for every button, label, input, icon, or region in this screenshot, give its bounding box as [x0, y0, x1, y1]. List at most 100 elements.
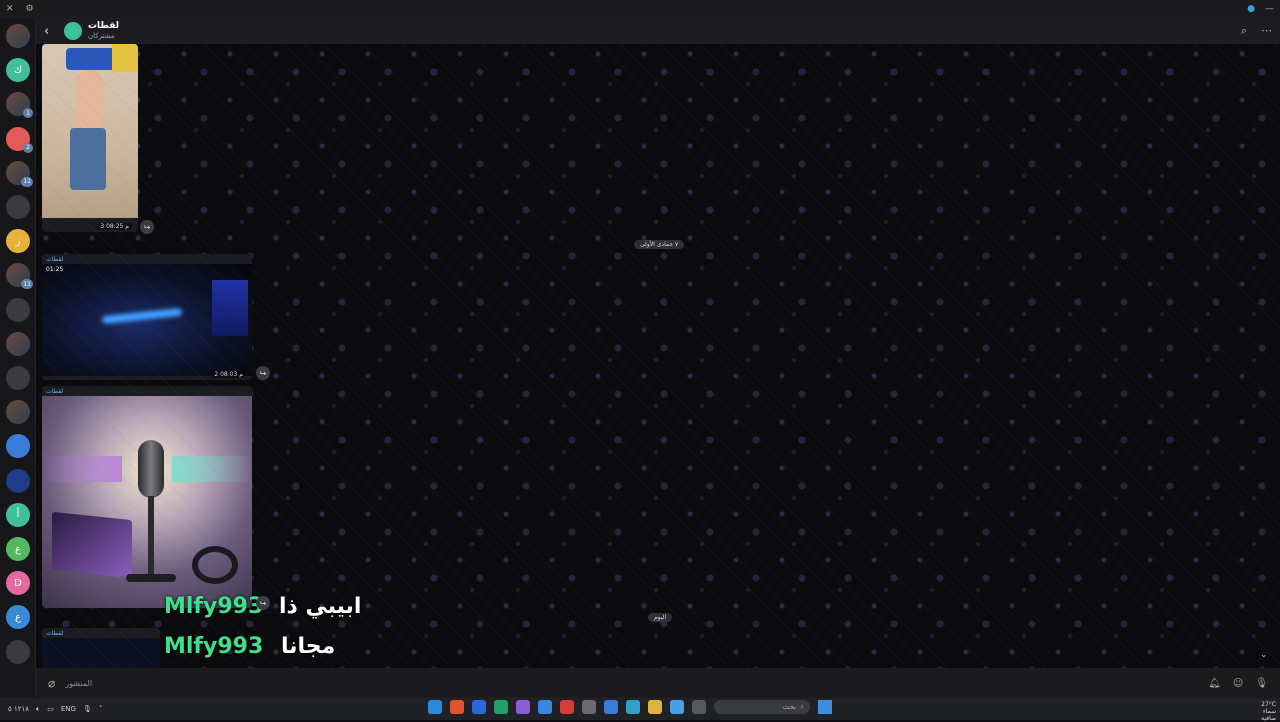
message-video[interactable]: لقطات 01:25 2 08:03 م: [42, 254, 252, 380]
chat-avatar[interactable]: 11: [6, 263, 33, 290]
app-taskview-icon[interactable]: [692, 700, 706, 714]
chat-avatar[interactable]: [6, 468, 30, 493]
chat-avatar[interactable]: [6, 331, 30, 356]
channel-subtitle: مشتركان: [88, 32, 115, 40]
share-icon[interactable]: ↪: [140, 220, 154, 234]
network-icon[interactable]: ▭: [47, 705, 54, 713]
chat-avatar[interactable]: [6, 297, 30, 322]
telegram-window: ✕ ⚙ ● — ك 1 2 11 ز 11 أ ع D ع ‹ لقطات مشتركان ⌕ ⋯…: [0, 0, 1280, 722]
unread-badge: 2: [23, 142, 33, 153]
message-photo[interactable]: لقطات: [42, 386, 252, 608]
chat-avatar-letter: ز: [15, 235, 21, 247]
message-composer: ⌀ 🔔︎ ☺ 🎙︎: [36, 668, 1280, 698]
chat-avatar[interactable]: [6, 195, 30, 219]
tray-chevron-icon[interactable]: ˄: [99, 705, 103, 713]
overlay-handle: Mlfy993: [164, 594, 264, 619]
message-video[interactable]: لقطات: [42, 628, 160, 668]
chat-avatar[interactable]: ع: [6, 605, 30, 630]
search-icon: ⌕: [800, 702, 804, 711]
chat-avatar[interactable]: ع: [6, 537, 30, 561]
post-channel-name: لقطات: [46, 256, 64, 263]
windows-taskbar: ١٢١٨ ٥ 🔈︎ ▭ ENG 🎙︎ ˄ بحث ⌕ 27°C سماء صاف…: [0, 698, 1280, 722]
channel-avatar[interactable]: [64, 22, 82, 40]
unread-badge: 1: [23, 108, 33, 119]
chat-avatar[interactable]: 11: [6, 160, 33, 187]
photo-child[interactable]: [42, 44, 138, 218]
close-icon[interactable]: ✕: [6, 4, 14, 14]
channel-title: لقطات: [88, 21, 120, 31]
minimize-icon[interactable]: —: [1265, 4, 1274, 14]
photo-microphone[interactable]: [42, 396, 252, 608]
app-green-icon[interactable]: [494, 700, 508, 714]
weather-temp: 27°C: [1261, 701, 1276, 708]
chat-avatar[interactable]: [6, 366, 30, 390]
chat-avatar[interactable]: ك: [6, 58, 30, 83]
overlay-arabic: ابيبي ذا: [278, 594, 362, 619]
post-channel-name: لقطات: [46, 630, 64, 637]
post-views-time: 3 08:25 م: [97, 223, 132, 230]
chat-avatar[interactable]: D: [6, 571, 30, 596]
chat-avatar[interactable]: 1: [6, 92, 33, 119]
chat-avatar[interactable]: [6, 24, 30, 48]
share-icon[interactable]: ↪: [256, 366, 270, 380]
share-icon[interactable]: ↪: [256, 596, 270, 610]
chat-avatar[interactable]: ز: [6, 229, 30, 254]
app-store-icon[interactable]: [604, 700, 618, 714]
date-separator: ٧ جمادى الأولى: [634, 240, 685, 249]
app-blue-icon[interactable]: [538, 700, 552, 714]
volume-icon[interactable]: 🔈︎: [36, 705, 40, 714]
taskbar-search[interactable]: بحث ⌕: [714, 700, 810, 714]
tray-text: ١٢١٨ ٥: [8, 705, 30, 713]
app-edge-icon[interactable]: [626, 700, 640, 714]
chat-folder-rail: ك 1 2 11 ز 11 أ ع D ع: [0, 18, 36, 698]
chat-avatar[interactable]: 2: [6, 126, 33, 153]
mic-icon[interactable]: 🎙︎: [83, 705, 92, 713]
date-separator: اليوم: [648, 613, 673, 622]
app-copilot-icon[interactable]: [670, 700, 684, 714]
message-photo[interactable]: 3 08:25 م: [42, 44, 138, 232]
chat-messages-area[interactable]: 3 08:25 م ↪ لقطات 01:25 2 08:03 م ↪ لقطا…: [36, 44, 1280, 668]
video-thumbnail[interactable]: [42, 264, 252, 376]
channel-meta[interactable]: لقطات مشتركان: [88, 22, 119, 40]
video-thumbnail[interactable]: [42, 638, 160, 668]
chat-avatar-letter: ع: [15, 543, 21, 555]
chat-header: ‹ لقطات مشتركان ⌕ ⋯: [36, 18, 1280, 44]
chat-avatar-letter: ع: [15, 611, 21, 623]
search-label: بحث: [782, 703, 797, 711]
system-tray: ١٢١٨ ٥ 🔈︎ ▭ ENG 🎙︎ ˄: [8, 705, 102, 714]
message-input[interactable]: [65, 678, 1066, 688]
overlay-handle: Mlfy993: [164, 634, 264, 659]
app-explorer-icon[interactable]: [648, 700, 662, 714]
app-settings-icon[interactable]: [582, 700, 596, 714]
chat-avatar[interactable]: أ: [6, 502, 30, 527]
app-telegram-icon[interactable]: [428, 700, 442, 714]
chat-avatar[interactable]: [6, 639, 30, 664]
more-icon[interactable]: ⋯: [1261, 24, 1272, 38]
search-icon[interactable]: ⌕: [1241, 24, 1247, 38]
telegram-icon[interactable]: ●: [1247, 4, 1255, 14]
back-arrow-icon[interactable]: ‹: [44, 24, 58, 39]
post-views-time: 2 08:03 م: [211, 371, 246, 378]
bell-icon[interactable]: 🔔︎: [1208, 678, 1221, 689]
chat-avatar[interactable]: [6, 400, 30, 425]
overlay-arabic: مجانا: [280, 634, 336, 659]
taskbar-apps: بحث ⌕: [428, 700, 832, 714]
app-shield-icon[interactable]: [472, 700, 486, 714]
windows-start-icon[interactable]: [818, 700, 832, 714]
chat-avatar-letter: D: [14, 577, 22, 589]
unread-badge: 11: [21, 279, 33, 290]
sticker-icon[interactable]: ☺: [1233, 678, 1243, 689]
language-indicator[interactable]: ENG: [61, 705, 76, 713]
app-red-icon[interactable]: [560, 700, 574, 714]
app-brave-icon[interactable]: [450, 700, 464, 714]
chat-avatar[interactable]: [6, 434, 30, 459]
scroll-down-icon[interactable]: ⌄: [1260, 650, 1274, 664]
microphone-icon[interactable]: 🎙︎: [1255, 678, 1268, 689]
title-bar: ✕ ⚙ ● —: [0, 0, 1280, 18]
attach-icon[interactable]: ⌀: [48, 676, 55, 690]
chat-avatar-letter: أ: [16, 509, 20, 521]
settings-icon[interactable]: ⚙: [26, 4, 34, 14]
weather-widget[interactable]: 27°C سماء صافية: [1250, 701, 1276, 722]
video-duration: 01:25: [46, 266, 64, 273]
app-discord-icon[interactable]: [516, 700, 530, 714]
